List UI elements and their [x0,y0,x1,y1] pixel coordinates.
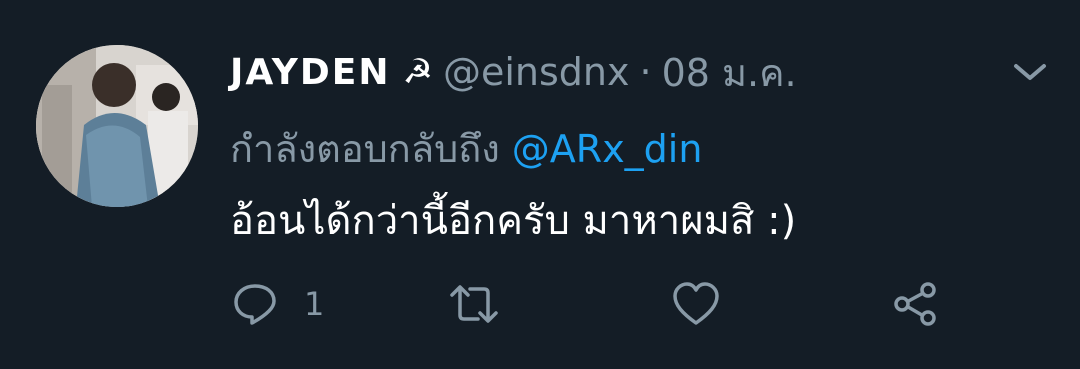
retweet-icon [450,285,498,323]
user-handle[interactable]: @einsdnx [443,50,630,94]
replying-to-label: กำลังตอบกลับถึง [230,127,500,171]
reply-mention-link[interactable]: @ARx_din [512,127,703,171]
tweet-text: อ้อนได้กว่านี้อีกครับ มาหาผมสิ :) [230,198,797,244]
avatar-photo [36,45,198,207]
retweet-button[interactable] [448,276,500,332]
share-icon [894,282,936,326]
reply-count: 1 [304,285,325,323]
like-button[interactable] [672,276,720,332]
avatar[interactable] [36,45,198,207]
heart-icon [673,282,719,325]
hammer-sickle-icon: ☭ [402,52,433,92]
tweet-header: JAYDEN ☭ @einsdnx · 08 ม.ค. [230,44,797,100]
tweet-date[interactable]: 08 ม.ค. [662,42,797,103]
separator-dot: · [639,50,652,94]
reply-button[interactable]: 1 [232,276,324,332]
display-name[interactable]: JAYDEN [230,52,390,93]
tweet-actions: 1 [0,276,1080,332]
tweet-card[interactable]: JAYDEN ☭ @einsdnx · 08 ม.ค. กำลังตอบกลับ… [0,0,1080,369]
replying-to: กำลังตอบกลับถึง @ARx_din [230,118,702,179]
reply-icon [234,284,276,325]
share-button[interactable] [892,276,938,332]
chevron-down-icon[interactable] [1010,58,1050,86]
